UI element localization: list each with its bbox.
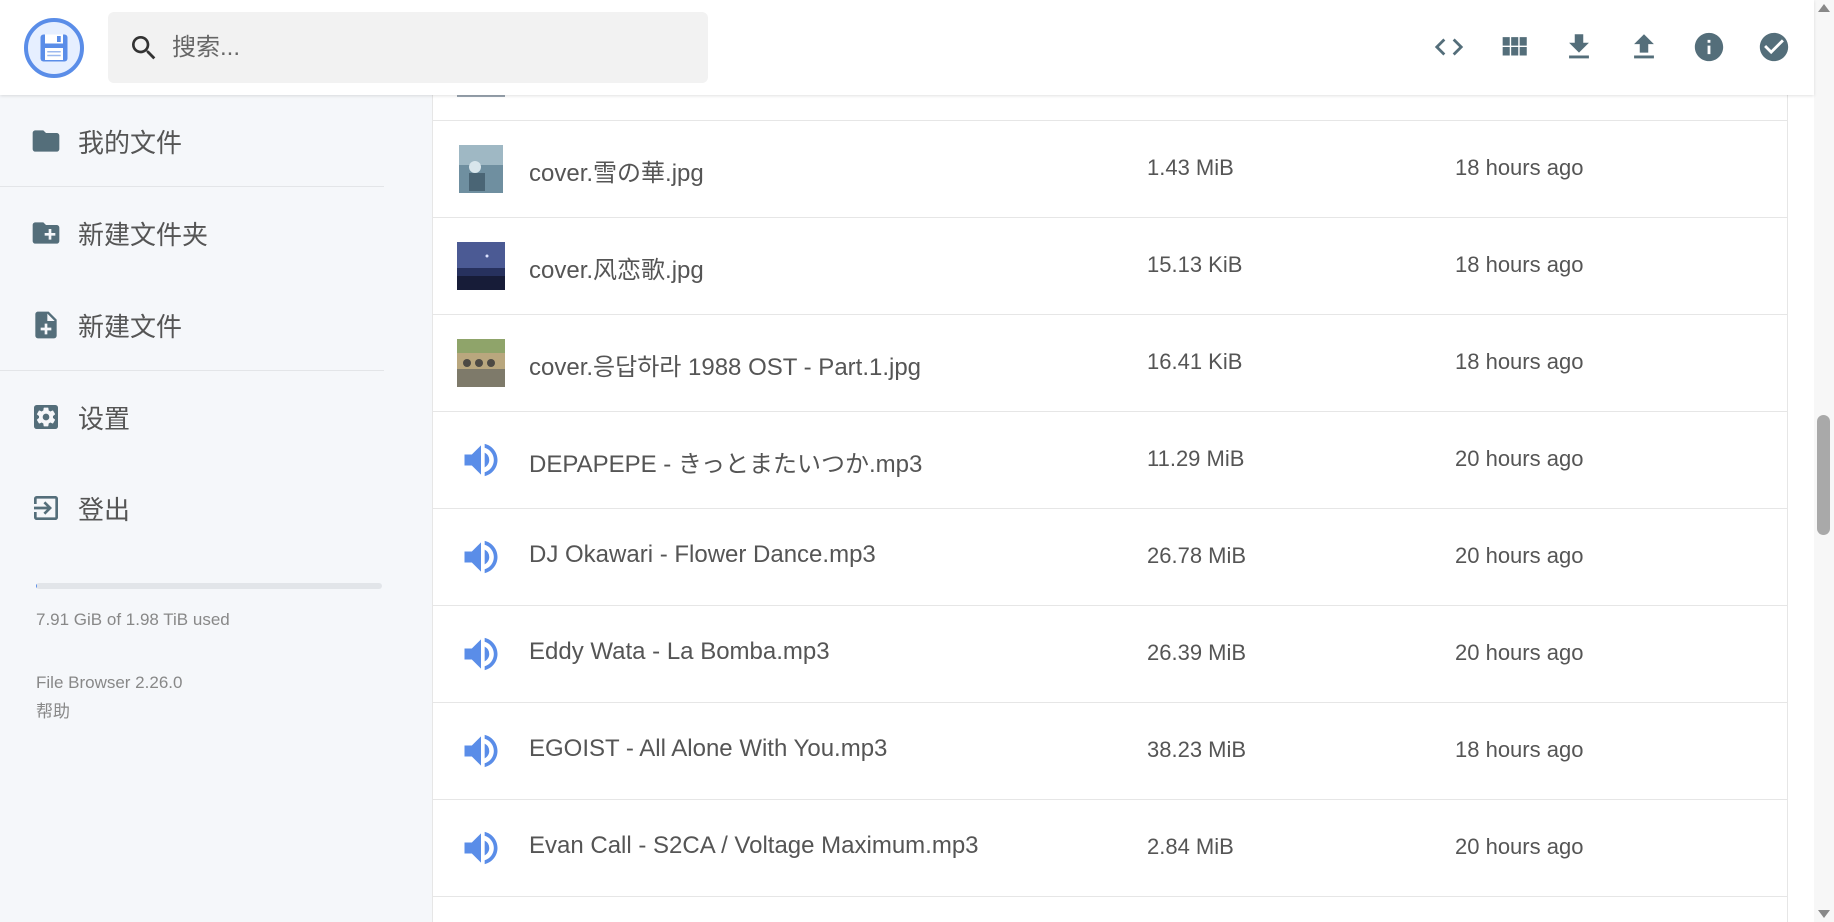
file-modified: 18 hours ago [1455, 737, 1584, 762]
table-row[interactable]: Evan Call - S2CA / Voltage Maximum.mp3 2… [433, 800, 1787, 897]
file-name: EGOIST - All Alone With You.mp3 [529, 735, 888, 762]
embed-code-button[interactable] [1425, 23, 1473, 71]
file-thumbnail [457, 339, 505, 387]
storage-usage-bar [36, 583, 382, 589]
file-name: cover.응답하라 1988 OST - Part.1.jpg [529, 354, 922, 381]
table-row[interactable]: cover.응답하라 1988 OST - Part.1.jpg 16.41 K… [433, 315, 1787, 412]
file-size: 1.43 MiB [1147, 155, 1234, 180]
file-thumbnail [457, 824, 505, 872]
sidebar-divider [0, 186, 384, 187]
file-thumbnail [457, 630, 505, 678]
app-logo[interactable] [24, 18, 84, 78]
file-size: 26.78 MiB [1147, 543, 1247, 568]
storage-usage-fill [36, 583, 38, 589]
sidebar-divider [0, 370, 384, 371]
upload-button[interactable] [1620, 23, 1668, 71]
storage-usage-text: 7.91 GiB of 1.98 TiB used [36, 610, 230, 629]
sidebar-item-label: 新建文件夹 [78, 219, 209, 250]
sidebar-item-label: 登出 [78, 494, 131, 525]
search-input[interactable] [170, 32, 670, 63]
file-modified: 18 hours ago [1455, 349, 1584, 374]
file-thumbnail [457, 727, 505, 775]
file-size: 11.29 MiB [1147, 446, 1245, 471]
volume-icon [464, 831, 498, 865]
file-name: Eddy Wata - La Bomba.mp3 [529, 638, 830, 665]
logout-icon [34, 496, 58, 520]
file-thumbnail [457, 436, 505, 484]
sidebar-item-logout[interactable]: 登出 [0, 478, 384, 538]
photo-thumbnail-icon [459, 145, 503, 193]
scroll-up-arrow-icon[interactable] [1818, 4, 1830, 12]
floppy-disk-icon [40, 34, 68, 62]
sidebar-item-label: 新建文件 [78, 311, 183, 342]
version-label: File Browser 2.26.0 [36, 673, 183, 692]
sidebar-item-label: 我的文件 [78, 127, 183, 158]
folder-plus-icon [32, 222, 60, 244]
volume-icon [464, 637, 498, 671]
header-bar [0, 0, 1814, 95]
settings-icon [34, 405, 58, 429]
grid-view-icon [1502, 37, 1527, 56]
help-link[interactable]: 帮助 [36, 697, 70, 722]
table-row[interactable] [433, 95, 1787, 121]
file-modified: 18 hours ago [1455, 252, 1584, 277]
file-list: cover.雪の華.jpg 1.43 MiB 18 hours ago cove… [432, 95, 1788, 922]
download-button[interactable] [1555, 23, 1603, 71]
table-row[interactable]: DEPAPEPE - きっとまたいつか.mp3 11.29 MiB 20 hou… [433, 412, 1787, 509]
header-actions [1425, 23, 1798, 71]
volume-icon [464, 540, 498, 574]
file-modified: 20 hours ago [1455, 834, 1584, 859]
page-scrollbar[interactable] [1814, 0, 1834, 922]
info-button[interactable] [1685, 23, 1733, 71]
table-row[interactable]: DJ Okawari - Flower Dance.mp3 26.78 MiB … [433, 509, 1787, 606]
sidebar: 我的文件 新建文件夹 新建文件 设置 登出 7.91 GiB of 1.98 T… [0, 95, 432, 922]
photo-thumbnail-icon [457, 242, 505, 290]
file-plus-icon [35, 311, 57, 339]
table-row[interactable]: EGOIST - All Alone With You.mp3 38.23 Mi… [433, 703, 1787, 800]
toggle-view-button[interactable] [1490, 23, 1538, 71]
photo-thumbnail-icon [457, 339, 505, 387]
file-size: 16.41 KiB [1147, 349, 1243, 374]
file-size: 38.23 MiB [1147, 737, 1247, 762]
check-circle-icon [1759, 32, 1789, 62]
code-icon [1434, 38, 1464, 56]
file-size: 15.13 KiB [1147, 252, 1243, 277]
file-modified: 20 hours ago [1455, 640, 1584, 665]
folder-icon [32, 130, 60, 152]
file-modified: 20 hours ago [1455, 543, 1584, 568]
file-thumbnail [457, 145, 505, 193]
file-thumbnail [457, 242, 505, 290]
upload-icon [1634, 34, 1654, 59]
volume-icon [464, 443, 498, 477]
sidebar-item-new-folder[interactable]: 新建文件夹 [0, 203, 384, 263]
table-row[interactable]: cover.风恋歌.jpg 15.13 KiB 18 hours ago [433, 218, 1787, 315]
table-row[interactable]: Eddy Wata - La Bomba.mp3 26.39 MiB 20 ho… [433, 606, 1787, 703]
info-icon [1694, 32, 1724, 62]
file-name: DJ Okawari - Flower Dance.mp3 [529, 541, 876, 568]
file-name: DEPAPEPE - きっとまたいつか.mp3 [529, 451, 923, 478]
search-box[interactable] [108, 12, 708, 83]
file-modified: 18 hours ago [1455, 155, 1584, 180]
file-thumbnail [457, 95, 505, 97]
sidebar-item-my-files[interactable]: 我的文件 [0, 111, 384, 171]
file-name: cover.雪の華.jpg [529, 160, 704, 187]
volume-icon [464, 734, 498, 768]
file-modified: 20 hours ago [1455, 446, 1584, 471]
select-button[interactable] [1750, 23, 1798, 71]
scroll-down-arrow-icon[interactable] [1818, 910, 1830, 918]
file-thumbnail [457, 533, 505, 581]
sidebar-item-settings[interactable]: 设置 [0, 387, 384, 447]
table-row[interactable]: cover.雪の華.jpg 1.43 MiB 18 hours ago [433, 121, 1787, 218]
file-name: Evan Call - S2CA / Voltage Maximum.mp3 [529, 832, 979, 859]
search-icon [132, 35, 156, 59]
file-size: 2.84 MiB [1147, 834, 1234, 859]
file-size: 26.39 MiB [1147, 640, 1247, 665]
download-icon [1569, 34, 1589, 59]
file-name: cover.风恋歌.jpg [529, 257, 704, 284]
scrollbar-thumb[interactable] [1817, 415, 1830, 535]
sidebar-item-new-file[interactable]: 新建文件 [0, 295, 384, 355]
sidebar-item-label: 设置 [78, 403, 131, 434]
